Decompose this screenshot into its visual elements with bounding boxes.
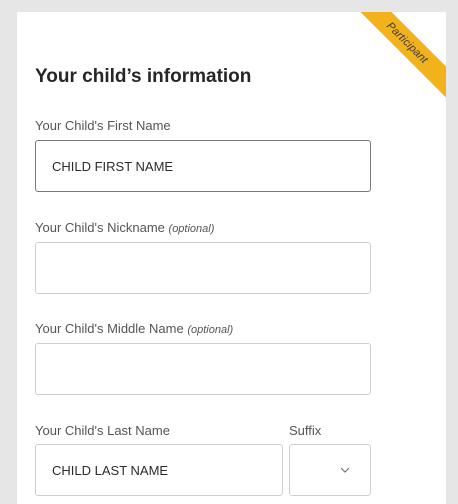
section-title: Your child’s information: [35, 66, 252, 87]
last-name-input[interactable]: [35, 444, 283, 496]
child-info-card: Participant Your child’s information You…: [17, 12, 446, 504]
first-name-label-text: Your Child's First Name: [35, 118, 171, 133]
chevron-down-icon: [340, 467, 350, 473]
nickname-label: Your Child's Nickname (optional): [35, 220, 214, 235]
last-name-label: Your Child's Last Name: [35, 423, 170, 438]
suffix-label: Suffix: [289, 423, 322, 438]
nickname-input[interactable]: [35, 242, 371, 294]
middle-name-label-text: Your Child's Middle Name: [35, 321, 184, 336]
middle-name-optional-tag: (optional): [187, 324, 234, 336]
suffix-select[interactable]: [289, 444, 371, 496]
nickname-label-text: Your Child's Nickname: [35, 220, 165, 235]
last-name-label-text: Your Child's Last Name: [35, 423, 170, 438]
middle-name-input[interactable]: [35, 343, 371, 395]
middle-name-label: Your Child's Middle Name (optional): [35, 321, 233, 336]
participant-ribbon: Participant: [346, 12, 446, 104]
participant-ribbon-label: Participant: [383, 19, 431, 67]
first-name-label: Your Child's First Name: [35, 118, 171, 133]
first-name-input[interactable]: [35, 140, 371, 192]
nickname-optional-tag: (optional): [168, 223, 215, 235]
